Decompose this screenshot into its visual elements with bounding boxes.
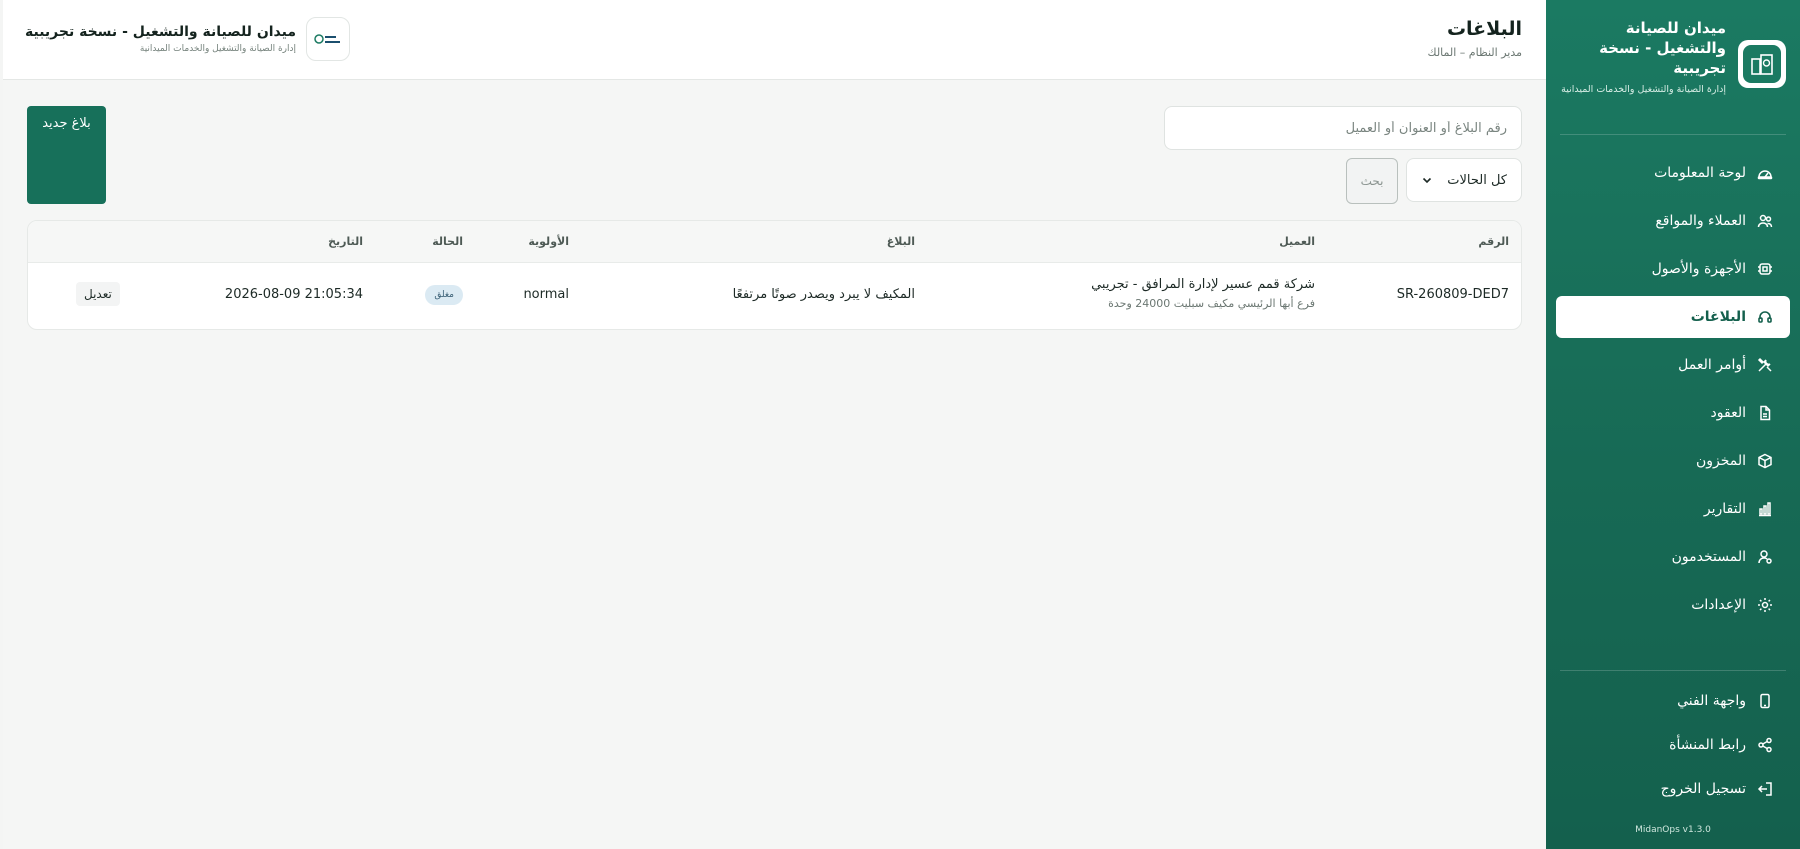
sidebar-divider (1560, 134, 1786, 135)
status-filter-value: كل الحالات (1447, 172, 1507, 188)
sidebar-brand-subtitle: إدارة الصيانة والتشغيل والخدمات الميداني… (1561, 84, 1726, 95)
main-content: البلاغات مدير النظام – المالك ميدان للصي… (3, 0, 1546, 849)
ticket-priority: normal (523, 287, 569, 302)
sidebar: ميدان للصيانة والتشغيل - نسخة تجريبية إد… (1546, 0, 1800, 849)
topbar: البلاغات مدير النظام – المالك ميدان للصي… (3, 0, 1546, 80)
sidebar-item-label: البلاغات (1690, 309, 1746, 325)
app-version: MidanOps v1.3.0 (1635, 825, 1711, 835)
dashboard-icon (1756, 164, 1774, 182)
sidebar-item-users[interactable]: المستخدمون (1556, 536, 1790, 578)
sidebar-item-label: واجهة الفني (1677, 693, 1746, 709)
sidebar-item-label: أوامر العمل (1678, 357, 1746, 373)
table-header: الرقم العميل البلاغ الأولوية الحالة التا… (28, 221, 1521, 263)
ticket-client: شركة قمم عسير لإدارة المرافق - تجريبي فر… (1091, 277, 1315, 310)
sidebar-item-logout[interactable]: تسجيل الخروج (1556, 770, 1790, 808)
headset-icon (1756, 308, 1774, 326)
chevron-down-icon (1421, 174, 1433, 186)
topbar-brand: ميدان للصيانة والتشغيل - نسخة تجريبية إد… (25, 16, 351, 62)
sidebar-item-contracts[interactable]: العقود (1556, 392, 1790, 434)
sidebar-item-technician-app[interactable]: واجهة الفني (1556, 682, 1790, 720)
header-priority: الأولوية (528, 235, 569, 248)
sidebar-item-label: تسجيل الخروج (1660, 781, 1746, 797)
sidebar-item-label: العقود (1710, 405, 1746, 421)
sidebar-item-reports-tickets[interactable]: البلاغات (1556, 296, 1790, 338)
sidebar-brand-title: ميدان للصيانة والتشغيل - نسخة تجريبية (1599, 19, 1726, 77)
bar-chart-icon (1756, 500, 1774, 518)
gear-icon (1756, 596, 1774, 614)
sidebar-item-label: الأجهزة والأصول (1651, 261, 1746, 277)
sidebar-item-clients[interactable]: العملاء والمواقع (1556, 200, 1790, 242)
sidebar-item-dashboard[interactable]: لوحة المعلومات (1556, 152, 1790, 194)
tickets-table: الرقم العميل البلاغ الأولوية الحالة التا… (27, 220, 1522, 330)
search-input[interactable] (1164, 106, 1522, 150)
sidebar-item-analytics[interactable]: التقارير (1556, 488, 1790, 530)
status-badge: مغلق (425, 285, 463, 305)
sidebar-item-label: الإعدادات (1691, 597, 1746, 613)
edit-button[interactable]: تعديل (76, 282, 120, 306)
sidebar-item-inventory[interactable]: المخزون (1556, 440, 1790, 482)
chip-icon (1756, 260, 1774, 278)
sidebar-item-label: رابط المنشأة (1669, 737, 1746, 753)
box-icon (1756, 452, 1774, 470)
ticket-number: SR-260809-DED7 (1396, 287, 1509, 302)
table-row: SR-260809-DED7 شركة قمم عسير لإدارة المر… (28, 263, 1521, 329)
header-client: العميل (1279, 235, 1315, 248)
client-location: فرع أبها الرئيسي مكيف سبليت 24000 وحدة (1108, 297, 1315, 310)
document-icon (1756, 404, 1774, 422)
sidebar-item-facility-link[interactable]: رابط المنشأة (1556, 726, 1790, 764)
sidebar-item-label: العملاء والمواقع (1655, 213, 1746, 229)
header-issue: البلاغ (886, 235, 915, 248)
users-icon (1756, 212, 1774, 230)
sidebar-item-label: التقارير (1703, 501, 1746, 517)
share-icon (1756, 736, 1774, 754)
sidebar-nav: لوحة المعلومات العملاء والمواقع الأجهزة … (1556, 152, 1790, 632)
phone-icon (1756, 692, 1774, 710)
ticket-date: 2026-08-09 21:05:34 (224, 287, 363, 302)
client-name: شركة قمم عسير لإدارة المرافق - تجريبي (1091, 277, 1315, 292)
sidebar-item-assets[interactable]: الأجهزة والأصول (1556, 248, 1790, 290)
sidebar-item-work-orders[interactable]: أوامر العمل (1556, 344, 1790, 386)
header-number: الرقم (1478, 235, 1509, 248)
sidebar-item-settings[interactable]: الإعدادات (1556, 584, 1790, 626)
page-title: البلاغات (1446, 18, 1522, 40)
brand-logo (1738, 40, 1786, 88)
sidebar-divider (1560, 670, 1786, 671)
new-ticket-button[interactable]: بلاغ جديد (27, 106, 106, 204)
topbar-logo (306, 17, 351, 61)
sidebar-bottom-nav: واجهة الفني رابط المنشأة تسجيل الخروج (1556, 682, 1790, 814)
tools-icon (1756, 356, 1774, 374)
building-logo-icon (1751, 54, 1773, 75)
sidebar-brand: ميدان للصيانة والتشغيل - نسخة تجريبية إد… (1560, 16, 1786, 116)
topbar-brand-subtitle: إدارة الصيانة والتشغيل والخدمات الميداني… (139, 44, 297, 54)
page-subtitle: مدير النظام – المالك (1427, 46, 1522, 59)
user-icon (1756, 548, 1774, 566)
header-status: الحالة (432, 235, 463, 248)
logout-icon (1756, 780, 1774, 798)
ticket-issue: المكيف لا يبرد ويصدر صوتًا مرتفعًا (732, 287, 915, 302)
sidebar-item-label: المستخدمون (1671, 549, 1746, 565)
midan-logo-icon (314, 34, 341, 44)
sidebar-item-label: المخزون (1695, 453, 1746, 469)
search-button[interactable]: بحث (1346, 158, 1398, 204)
status-filter-select[interactable]: كل الحالات (1406, 158, 1522, 202)
sidebar-item-label: لوحة المعلومات (1654, 165, 1746, 181)
header-date: التاريخ (328, 235, 363, 248)
topbar-brand-title: ميدان للصيانة والتشغيل - نسخة تجريبية (25, 24, 297, 40)
